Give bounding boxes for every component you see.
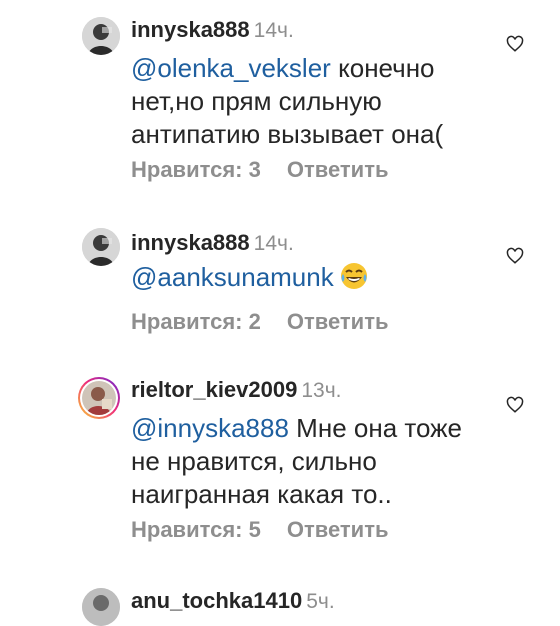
comment-header: innyska888 14ч.	[131, 230, 294, 257]
mention-link[interactable]: @innyska888	[131, 413, 289, 443]
username[interactable]: innyska888	[131, 230, 250, 255]
heart-outline-icon[interactable]	[506, 35, 524, 53]
likes-count[interactable]: Нравится: 2	[131, 309, 261, 334]
avatar[interactable]	[82, 588, 120, 626]
reply-button[interactable]: Ответить	[287, 157, 389, 182]
username[interactable]: rieltor_kiev2009	[131, 377, 297, 402]
comment-actions: Нравится: 3 Ответить	[131, 157, 389, 183]
username[interactable]: innyska888	[131, 17, 250, 42]
comment-text: @aanksunamunk	[131, 261, 481, 294]
face-with-tears-of-joy-icon	[340, 263, 367, 289]
comment-text: @innyska888 Мне она тоже не нравится, си…	[131, 412, 481, 511]
heart-outline-icon[interactable]	[506, 396, 524, 414]
mention-link[interactable]: @aanksunamunk	[131, 262, 334, 292]
reply-button[interactable]: Ответить	[287, 517, 389, 542]
comment-header: rieltor_kiev2009 13ч.	[131, 377, 341, 404]
comment-header: anu_tochka1410 5ч.	[131, 588, 335, 615]
heart-outline-icon[interactable]	[506, 247, 524, 265]
avatar-story[interactable]	[78, 377, 120, 419]
comment-actions: Нравится: 5 Ответить	[131, 517, 389, 543]
username[interactable]: anu_tochka1410	[131, 588, 302, 613]
avatar[interactable]	[82, 17, 120, 55]
comment-actions: Нравится: 2 Ответить	[131, 309, 389, 335]
timestamp[interactable]: 5ч.	[306, 590, 334, 613]
likes-count[interactable]: Нравится: 5	[131, 517, 261, 542]
reply-button[interactable]: Ответить	[287, 309, 389, 334]
comment-text: @olenka_veksler конечно нет,но прям силь…	[131, 52, 481, 151]
likes-count[interactable]: Нравится: 3	[131, 157, 261, 182]
timestamp[interactable]: 14ч.	[254, 232, 294, 255]
mention-link[interactable]: @olenka_veksler	[131, 53, 331, 83]
comment-header: innyska888 14ч.	[131, 17, 294, 44]
timestamp[interactable]: 13ч.	[301, 379, 341, 402]
avatar[interactable]	[82, 228, 120, 266]
timestamp[interactable]: 14ч.	[254, 19, 294, 42]
